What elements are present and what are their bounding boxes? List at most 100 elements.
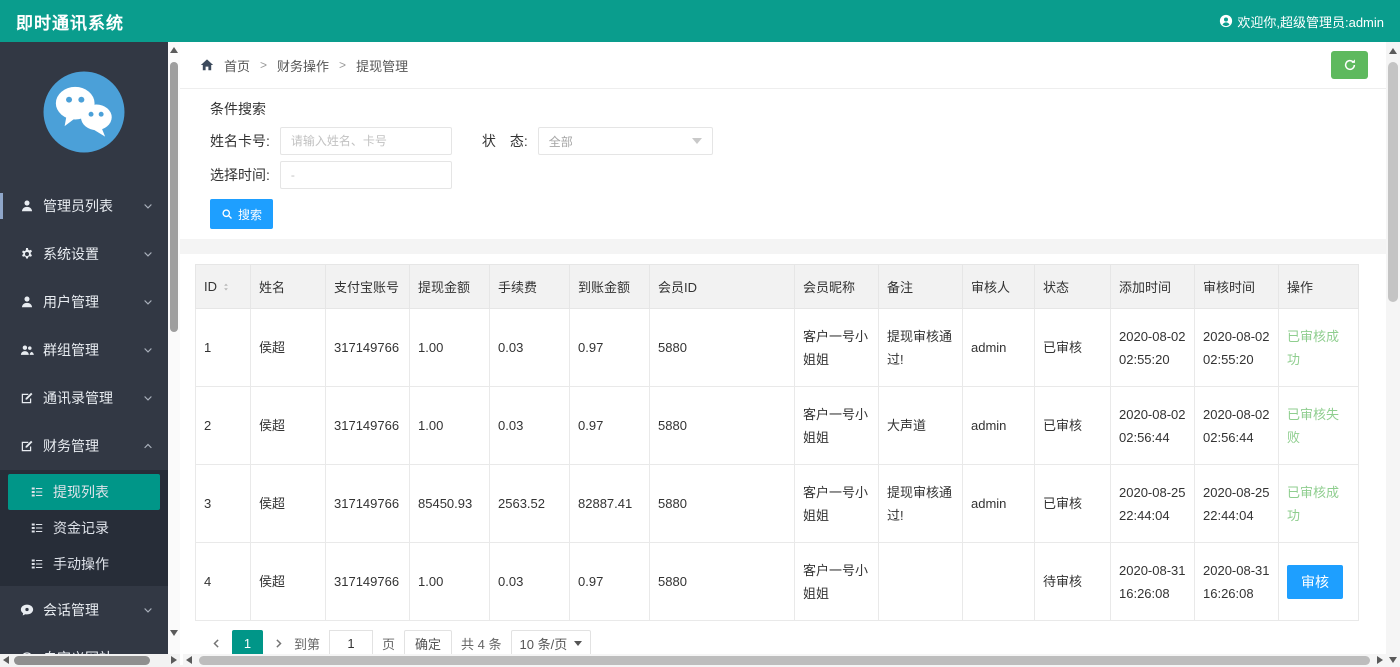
scroll-up-arrow-icon[interactable] — [170, 47, 178, 53]
cell-id: 1 — [195, 308, 251, 387]
cell-member_id: 5880 — [649, 308, 795, 387]
cell-auditor: admin — [962, 308, 1035, 387]
table-row: 3 侯超 317149766 85450.93 2563.52 82887.41 5880 客… — [195, 464, 1359, 543]
welcome-text: 欢迎你,超级管理员:admin — [1237, 14, 1384, 30]
cell-add_time: 2020-08-02 02:56:44 — [1110, 386, 1195, 465]
search-button[interactable]: 搜索 — [210, 199, 274, 229]
goto-page-input[interactable] — [329, 630, 374, 656]
sidebar-item-admin-list[interactable]: 管理员列表 — [0, 182, 168, 230]
sidebar-subitem-withdraw-list[interactable]: 提现列表 — [8, 474, 160, 510]
sidebar-item-label: 用户管理 — [43, 294, 99, 310]
scroll-left-arrow-icon[interactable] — [186, 656, 192, 664]
main-scrollbar-thumb[interactable] — [1388, 62, 1398, 302]
breadcrumb-home[interactable]: 首页 — [224, 56, 250, 75]
chevron-down-icon — [142, 604, 154, 616]
column-header-id[interactable]: ID — [195, 264, 251, 309]
app-window: 即时通讯系统 欢迎你,超级管理员:admin 管理员列表 系统设置 用户管理 群组管理… — [0, 0, 1400, 667]
breadcrumb-finance[interactable]: 财务操作 — [277, 56, 329, 75]
main-vertical-scrollbar[interactable] — [1386, 42, 1400, 667]
user-icon — [20, 295, 34, 309]
list-icon — [30, 521, 44, 535]
column-header-remark: 备注 — [878, 264, 963, 309]
cell-status: 已审核 — [1034, 464, 1111, 543]
status-select-value: 全部 — [548, 134, 573, 149]
name-card-input[interactable] — [279, 127, 452, 155]
comment-icon — [20, 603, 34, 617]
cell-add_time: 2020-08-25 22:44:04 — [1110, 464, 1195, 543]
scroll-up-arrow-icon[interactable] — [1389, 48, 1397, 54]
sidebar-item-label: 财务管理 — [43, 438, 99, 454]
sidebar-item-contacts-management[interactable]: 通讯录管理 — [0, 374, 168, 422]
cell-audit_time: 2020-08-02 02:55:20 — [1194, 308, 1279, 387]
column-label: 支付宝账号 — [334, 280, 400, 295]
status-select[interactable]: 全部 — [537, 127, 713, 155]
sidebar-subitem-fund-records[interactable]: 资金记录 — [0, 510, 168, 546]
sidebar-subitem-label: 手动操作 — [53, 556, 109, 572]
scroll-right-arrow-icon[interactable] — [1377, 656, 1383, 664]
goto-confirm-button[interactable]: 确定 — [404, 630, 453, 656]
sidebar-item-finance-management[interactable]: 财务管理 — [0, 422, 168, 470]
cell-amount: 85450.93 — [409, 464, 490, 543]
per-page-select[interactable]: 10 条/页 — [510, 630, 592, 656]
pagination-next-button[interactable] — [272, 637, 285, 650]
cell-nickname: 客户一号小姐姐 — [794, 542, 879, 621]
cell-account: 317149766 — [325, 464, 410, 543]
cell-id: 3 — [195, 464, 251, 543]
pagination-page-button[interactable]: 1 — [232, 630, 263, 656]
scroll-down-arrow-icon[interactable] — [1389, 657, 1397, 663]
breadcrumb-bar: 首页 > 财务操作 > 提现管理 — [180, 42, 1386, 89]
column-label: 会员昵称 — [803, 280, 856, 295]
cell-status: 已审核 — [1034, 308, 1111, 387]
column-label: 备注 — [887, 280, 914, 295]
cell-remark: 大声道 — [878, 386, 963, 465]
cell-amount: 1.00 — [409, 386, 490, 465]
chevron-down-icon — [142, 392, 154, 404]
table-row: 1 侯超 317149766 1.00 0.03 0.97 5880 客户一号小姐姐 提现审核通… — [195, 308, 1359, 387]
scroll-right-arrow-icon[interactable] — [171, 656, 177, 664]
sort-icon[interactable] — [221, 282, 231, 292]
cell-id: 2 — [195, 386, 251, 465]
sidebar-item-label: 群组管理 — [43, 342, 99, 358]
time-label: 选择时间: — [210, 167, 270, 183]
table-row: 2 侯超 317149766 1.00 0.03 0.97 5880 客户一号小姐姐 大声道 ad… — [195, 386, 1359, 465]
scroll-down-arrow-icon[interactable] — [170, 630, 178, 636]
sidebar-item-label: 会话管理 — [43, 602, 99, 618]
sidebar-subitem-label: 提现列表 — [53, 484, 109, 500]
time-range-input[interactable] — [279, 161, 452, 189]
audit-button[interactable]: 审核 — [1287, 564, 1343, 599]
sidebar-item-system-settings[interactable]: 系统设置 — [0, 230, 168, 278]
total-count-label: 共 4 条 — [461, 636, 502, 652]
sidebar-hscrollbar-thumb[interactable] — [14, 656, 150, 665]
sidebar-horizontal-scrollbar[interactable] — [0, 654, 180, 667]
breadcrumb: 首页 > 财务操作 > 提现管理 — [200, 56, 408, 75]
cell-status: 已审核 — [1034, 386, 1111, 465]
sidebar-subitem-manual-operation[interactable]: 手动操作 — [0, 546, 168, 582]
refresh-button[interactable] — [1331, 51, 1368, 79]
list-icon — [30, 557, 44, 571]
sidebar-item-group-management[interactable]: 群组管理 — [0, 326, 168, 374]
cell-amount: 1.00 — [409, 308, 490, 387]
main-horizontal-scrollbar[interactable] — [183, 654, 1386, 667]
scroll-left-arrow-icon[interactable] — [3, 656, 9, 664]
cell-nickname: 客户一号小姐姐 — [794, 386, 879, 465]
sidebar-vertical-scrollbar[interactable] — [168, 42, 180, 654]
action-status-text: 已审核成功 — [1287, 484, 1340, 523]
column-label: 状态 — [1043, 280, 1070, 295]
main-hscrollbar-thumb[interactable] — [199, 656, 1370, 665]
column-header-auditor: 审核人 — [962, 264, 1035, 309]
sidebar-scrollbar-thumb[interactable] — [170, 62, 178, 332]
cell-remark: 提现审核通过! — [878, 308, 963, 387]
sidebar-item-session-management[interactable]: 会话管理 — [0, 586, 168, 634]
chevron-up-icon — [142, 440, 154, 452]
pagination-prev-button[interactable] — [210, 637, 223, 650]
cell-action: 已审核成功 — [1278, 308, 1359, 387]
sidebar-item-user-management[interactable]: 用户管理 — [0, 278, 168, 326]
column-header-fee: 手续费 — [489, 264, 570, 309]
cell-audit_time: 2020-08-25 22:44:04 — [1194, 464, 1279, 543]
cell-add_time: 2020-08-02 02:55:20 — [1110, 308, 1195, 387]
chevron-down-icon — [142, 200, 154, 212]
column-label: 提现金额 — [418, 280, 471, 295]
cell-action: 审核 — [1278, 542, 1359, 621]
user-welcome[interactable]: 欢迎你,超级管理员:admin — [1219, 12, 1384, 31]
submenu-finance-management: 提现列表资金记录手动操作 — [0, 470, 168, 586]
